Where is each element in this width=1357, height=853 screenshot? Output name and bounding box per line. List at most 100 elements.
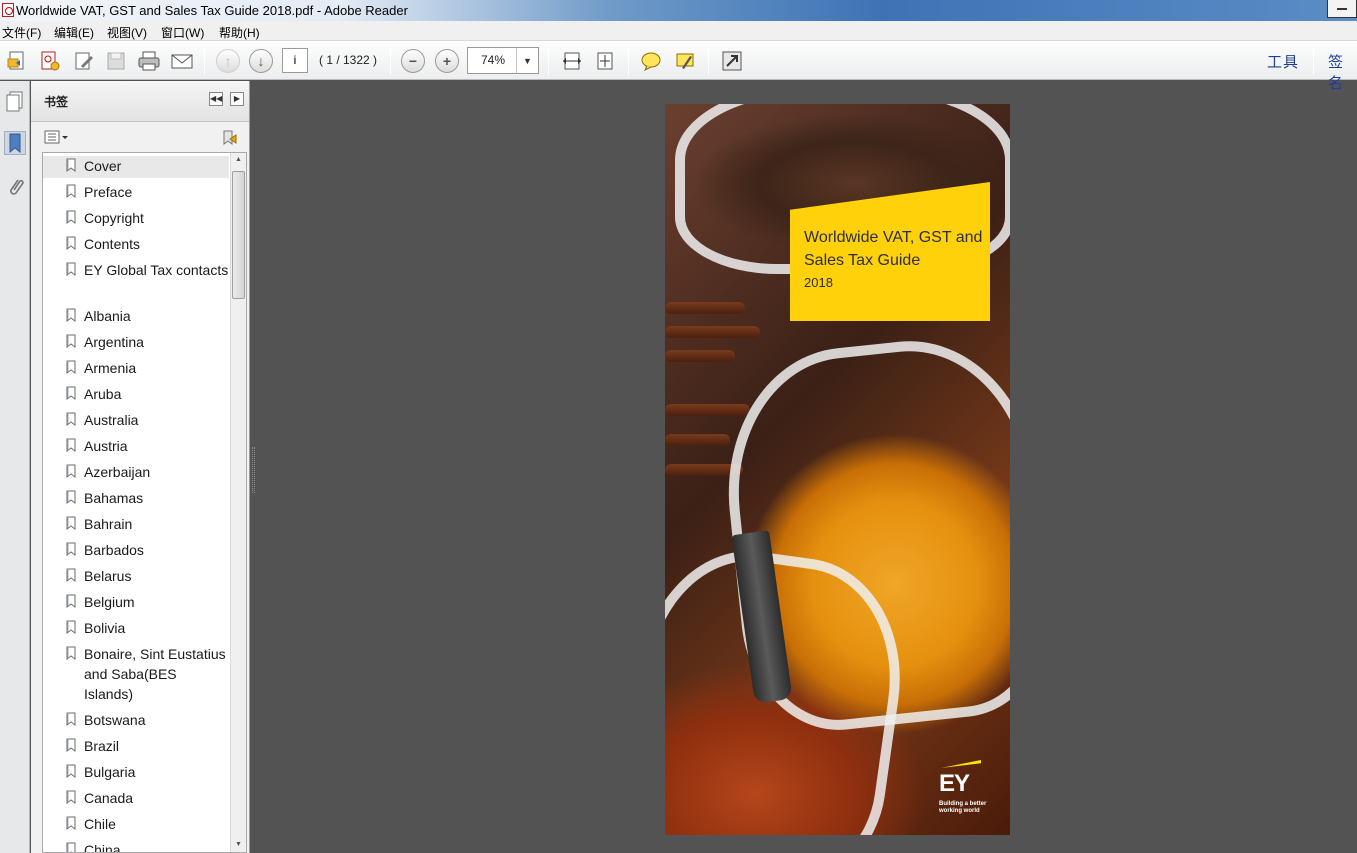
- bookmark-label: Bahamas: [84, 490, 144, 506]
- toolbar: ↑ ↓ − +: [0, 41, 1357, 80]
- bookmark-item[interactable]: Cover: [43, 156, 229, 178]
- bookmark-item[interactable]: Aruba: [43, 384, 229, 406]
- scroll-up-icon[interactable]: ▲: [231, 153, 246, 167]
- bookmarks-scrollbar[interactable]: ▲ ▼: [230, 153, 246, 852]
- bookmark-icon: [66, 438, 76, 452]
- bookmark-item[interactable]: Bahrain: [43, 514, 229, 536]
- bookmark-label: Brazil: [84, 738, 120, 754]
- bookmark-item[interactable]: China: [43, 840, 229, 852]
- toolbar-separator: [390, 47, 391, 75]
- toolbar-separator: [1313, 47, 1314, 75]
- chevron-down-icon[interactable]: ▼: [516, 48, 538, 73]
- bookmark-item[interactable]: Brazil: [43, 736, 229, 758]
- attachments-paperclip-icon[interactable]: [4, 175, 26, 199]
- bookmark-item[interactable]: Australia: [43, 410, 229, 432]
- save-button[interactable]: [103, 48, 129, 74]
- menu-window[interactable]: 窗口(W): [161, 24, 204, 41]
- create-pdf-button[interactable]: [37, 48, 63, 74]
- menu-help[interactable]: 帮助(H): [219, 24, 260, 41]
- tools-button[interactable]: 工具: [1267, 51, 1299, 72]
- zoom-value[interactable]: 74%: [468, 48, 518, 73]
- bookmark-icon: [66, 816, 76, 830]
- expand-icon: [722, 51, 742, 71]
- toolbar-separator: [628, 47, 629, 75]
- bookmark-icon: [66, 308, 76, 322]
- plus-icon: +: [435, 49, 459, 73]
- highlight-button[interactable]: [672, 48, 698, 74]
- bookmark-item[interactable]: Bahamas: [43, 488, 229, 510]
- navigation-pane-strip: [0, 81, 30, 853]
- bookmark-icon: [66, 262, 76, 276]
- bookmark-label: Armenia: [84, 360, 137, 376]
- page-number-input[interactable]: i: [282, 48, 308, 73]
- bookmark-item[interactable]: Austria: [43, 436, 229, 458]
- bookmark-item[interactable]: Chile: [43, 814, 229, 836]
- bookmark-item[interactable]: Albania: [43, 306, 229, 328]
- full-screen-button[interactable]: [719, 48, 745, 74]
- edit-button[interactable]: [71, 48, 97, 74]
- bookmark-item[interactable]: Contents: [43, 234, 229, 256]
- menu-file[interactable]: 文件(F): [2, 24, 41, 41]
- bookmark-item[interactable]: Belgium: [43, 592, 229, 614]
- bookmark-icon: [66, 790, 76, 804]
- bookmark-item[interactable]: Belarus: [43, 566, 229, 588]
- minus-icon: −: [401, 49, 425, 73]
- bookmark-item[interactable]: Botswana: [43, 710, 229, 732]
- bookmark-item[interactable]: Bulgaria: [43, 762, 229, 784]
- speech-bubble-icon: [641, 52, 661, 72]
- bookmarks-icon[interactable]: [4, 131, 26, 155]
- cinnamon-image: [665, 434, 730, 446]
- chevron-right-icon[interactable]: ▶: [230, 92, 244, 106]
- fit-page-button[interactable]: [592, 48, 618, 74]
- bookmark-item[interactable]: Bonaire, Sint Eustatius and Saba(BES Isl…: [43, 644, 229, 706]
- bookmark-item[interactable]: Argentina: [43, 332, 229, 354]
- panel-resize-grip[interactable]: [252, 447, 255, 493]
- menu-view[interactable]: 视图(V): [107, 24, 147, 41]
- pdf-page[interactable]: Worldwide VAT, GST and Sales Tax Guide 2…: [665, 104, 1010, 835]
- email-button[interactable]: [169, 48, 195, 74]
- bookmark-item[interactable]: Barbados: [43, 540, 229, 562]
- bookmark-label: Cover: [84, 158, 122, 174]
- page-thumbnails-icon[interactable]: [4, 89, 26, 113]
- menu-edit[interactable]: 编辑(E): [54, 24, 94, 41]
- bookmark-item[interactable]: EY Global Tax contacts: [43, 260, 229, 302]
- bookmark-item[interactable]: Preface: [43, 182, 229, 204]
- bookmark-item[interactable]: Armenia: [43, 358, 229, 380]
- print-button[interactable]: [136, 48, 162, 74]
- scroll-down-icon[interactable]: ▼: [231, 838, 246, 852]
- bookmark-icon: [66, 568, 76, 582]
- panel-title: 书签: [44, 95, 69, 109]
- toolbar-separator: [708, 47, 709, 75]
- bookmark-icon: [66, 334, 76, 348]
- sign-button[interactable]: 签名: [1328, 51, 1357, 93]
- ey-logo: EY Building a better working world: [939, 760, 999, 820]
- bookmark-icon: [66, 842, 76, 852]
- bookmark-label: Botswana: [84, 712, 146, 728]
- bookmark-item[interactable]: Bolivia: [43, 618, 229, 640]
- bookmark-item[interactable]: Copyright: [43, 208, 229, 230]
- edit-pencil-icon: [75, 52, 93, 70]
- comment-button[interactable]: [638, 48, 664, 74]
- bookmark-label: Belarus: [84, 568, 132, 584]
- options-menu-icon[interactable]: [44, 130, 70, 145]
- previous-page-button[interactable]: ↑: [215, 48, 241, 74]
- collapse-panel-icon[interactable]: ◀◀: [209, 92, 223, 106]
- expand-bookmark-icon[interactable]: [221, 130, 239, 145]
- bookmark-item[interactable]: Canada: [43, 788, 229, 810]
- open-file-icon: [7, 51, 24, 70]
- zoom-in-button[interactable]: +: [434, 48, 460, 74]
- zoom-out-button[interactable]: −: [400, 48, 426, 74]
- bookmark-label: Belgium: [84, 594, 135, 610]
- open-button[interactable]: [4, 48, 30, 74]
- bookmark-label: Aruba: [84, 386, 122, 402]
- cover-title: Worldwide VAT, GST and Sales Tax Guide: [804, 229, 983, 269]
- fit-width-button[interactable]: [559, 48, 585, 74]
- scrollbar-thumb[interactable]: [232, 171, 245, 299]
- zoom-select[interactable]: 74% ▼: [467, 47, 539, 74]
- minimize-button[interactable]: [1327, 0, 1357, 18]
- bookmark-label: Preface: [84, 184, 133, 200]
- bookmark-item[interactable]: Azerbaijan: [43, 462, 229, 484]
- next-page-button[interactable]: ↓: [248, 48, 274, 74]
- fit-width-icon: [563, 52, 581, 70]
- bookmark-label: EY Global Tax contacts: [84, 262, 229, 278]
